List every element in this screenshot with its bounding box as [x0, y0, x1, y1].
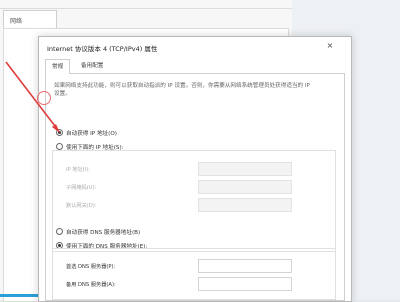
general-tab-panel: 如果网络支持此功能，则可以获取自动指派的 IP 设置。否则，你需要从网络系统管理… — [45, 73, 345, 301]
tab-network[interactable]: 网络 — [3, 10, 57, 29]
tab-general[interactable]: 常规 — [45, 59, 71, 74]
dialog-title: Internet 协议版本 4 (TCP/IPv4) 属性 — [47, 45, 158, 53]
subnet-mask-label: 子网掩码(U): — [66, 185, 97, 191]
default-gateway-label: 默认网关(D): — [66, 203, 97, 209]
auto-ip-radio[interactable]: 自动获得 IP 地址(O) — [56, 129, 117, 139]
preferred-dns-field[interactable] — [198, 259, 292, 273]
radio-indicator — [56, 143, 63, 150]
tab-alternate-config-label: 备用配置 — [81, 63, 104, 69]
tab-general-label: 常规 — [52, 64, 64, 70]
alternate-dns-label: 备用 DNS 服务器(A): — [66, 282, 116, 288]
auto-dns-label: 自动获得 DNS 服务器地址(B) — [66, 230, 141, 236]
description-text: 如果网络支持此功能，则可以获取自动指派的 IP 设置。否则，你需要从网络系统管理… — [54, 83, 310, 97]
alternate-dns-field[interactable] — [198, 277, 292, 291]
dns-settings-group — [52, 248, 336, 300]
ipv4-properties-dialog: Internet 协议版本 4 (TCP/IPv4) 属性 × 常规 备用配置 … — [38, 36, 352, 302]
ip-address-field[interactable] — [198, 162, 292, 176]
highlight-ring — [37, 91, 51, 105]
auto-dns-radio[interactable]: 自动获得 DNS 服务器地址(B) — [56, 228, 141, 238]
background-tabbar — [0, 0, 292, 9]
auto-ip-label: 自动获得 IP 地址(O) — [66, 131, 117, 137]
radio-indicator — [56, 129, 63, 136]
preferred-dns-label: 首选 DNS 服务器(P): — [66, 264, 116, 270]
tab-alternate-config[interactable]: 备用配置 — [75, 59, 109, 73]
ip-address-label: IP 地址(I): — [66, 167, 91, 173]
subnet-mask-field[interactable] — [198, 180, 292, 194]
default-gateway-field[interactable] — [198, 198, 292, 212]
close-icon[interactable]: × — [323, 40, 337, 52]
tab-network-label: 网络 — [10, 18, 23, 25]
radio-indicator — [56, 228, 63, 235]
